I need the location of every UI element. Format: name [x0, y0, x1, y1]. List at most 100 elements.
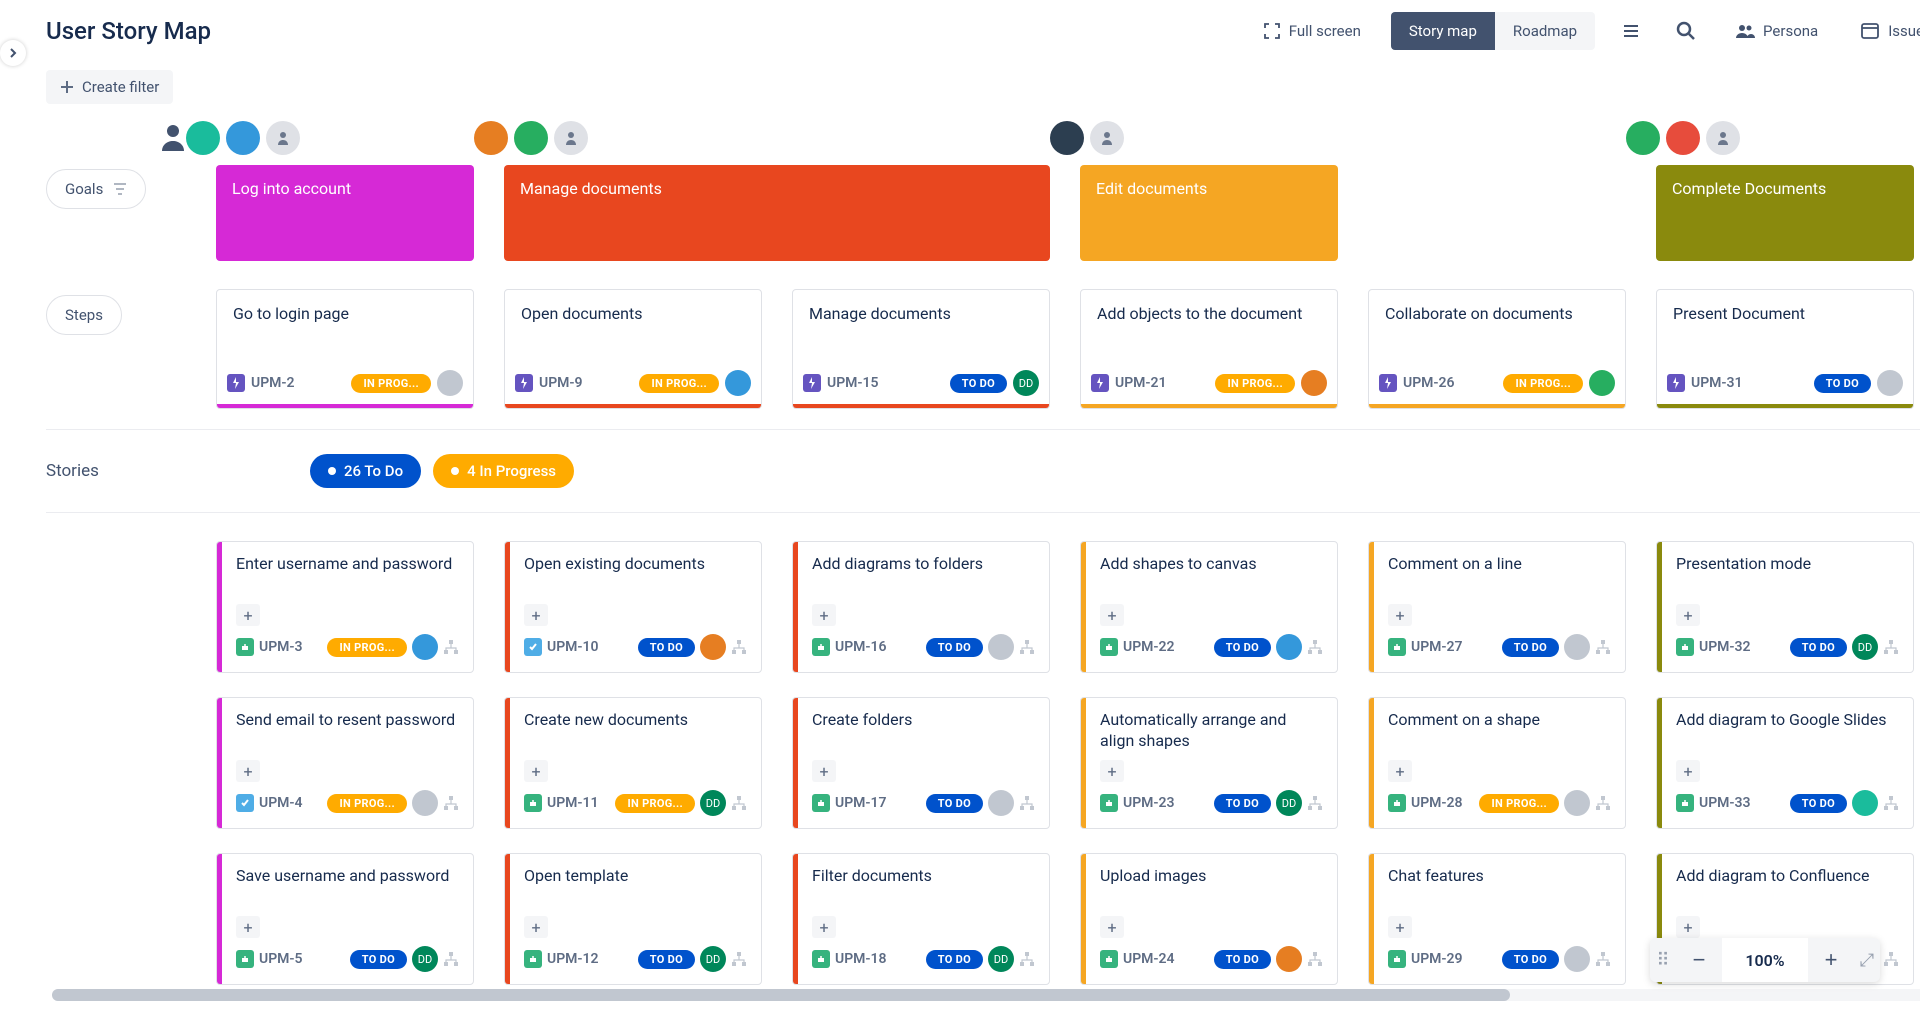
step-card[interactable]: Collaborate on documentsUPM-26IN PROG... [1368, 289, 1626, 409]
story-icon [1676, 794, 1694, 812]
story-title: Create new documents [524, 710, 747, 760]
issue-key: UPM-27 [1411, 639, 1463, 655]
status-badge: TO DO [1814, 374, 1871, 393]
persona-button[interactable]: Persona [1723, 14, 1830, 48]
story-column: Add shapes to canvas+UPM-22TO DO Automati… [1080, 541, 1338, 985]
status-badge: IN PROG... [1479, 794, 1559, 813]
issue-key: UPM-23 [1123, 795, 1175, 811]
hierarchy-icon [1883, 795, 1899, 811]
goal-card[interactable]: Edit documents [1080, 165, 1338, 261]
story-card[interactable]: Open template+UPM-12TO DODD [504, 853, 762, 985]
step-card[interactable]: Add objects to the documentUPM-21IN PROG… [1080, 289, 1338, 409]
story-card[interactable]: Chat features+UPM-29TO DO [1368, 853, 1626, 985]
story-card[interactable]: Send email to resent password+UPM-4IN PR… [216, 697, 474, 829]
add-tag-button[interactable]: + [1388, 604, 1412, 626]
add-tag-button[interactable]: + [812, 916, 836, 938]
add-tag-button[interactable]: + [236, 760, 260, 782]
row-spacing-button[interactable] [1613, 13, 1649, 49]
zoom-drag-handle[interactable]: ⠿ [1650, 938, 1676, 982]
step-card[interactable]: Open documentsUPM-9IN PROG... [504, 289, 762, 409]
story-card[interactable]: Create folders+UPM-17TO DO [792, 697, 1050, 829]
status-badge: IN PROG... [1503, 374, 1583, 393]
goal-card[interactable]: Complete Documents [1656, 165, 1914, 261]
add-tag-button[interactable]: + [1100, 916, 1124, 938]
issue-key: UPM-17 [835, 795, 887, 811]
story-card[interactable]: Upload images+UPM-24TO DO [1080, 853, 1338, 985]
add-tag-button[interactable]: + [1388, 916, 1412, 938]
step-card[interactable]: Go to login pageUPM-2IN PROG... [216, 289, 474, 409]
status-badge: TO DO [638, 638, 695, 657]
story-card[interactable]: Automatically arrange and align shapes+U… [1080, 697, 1338, 829]
add-persona-button[interactable] [554, 121, 588, 155]
issue-key: UPM-31 [1691, 375, 1743, 391]
persona-avatar[interactable] [1666, 121, 1700, 155]
story-icon [812, 950, 830, 968]
story-column: Comment on a line+UPM-27TO DOComment on … [1368, 541, 1626, 985]
add-tag-button[interactable]: + [1676, 760, 1700, 782]
zoom-in-button[interactable]: + [1808, 938, 1854, 982]
expand-sidebar-button[interactable] [0, 40, 26, 66]
add-tag-button[interactable]: + [236, 604, 260, 626]
goal-card[interactable]: Log into account [216, 165, 474, 261]
story-icon [524, 794, 542, 812]
add-tag-button[interactable]: + [524, 760, 548, 782]
add-tag-button[interactable]: + [1388, 760, 1412, 782]
story-card[interactable]: Add shapes to canvas+UPM-22TO DO [1080, 541, 1338, 673]
story-column: Enter username and password+UPM-3IN PROG… [216, 541, 474, 985]
story-card[interactable]: Comment on a line+UPM-27TO DO [1368, 541, 1626, 673]
search-button[interactable] [1667, 12, 1705, 50]
goal-card[interactable]: Manage documents [504, 165, 1050, 261]
add-tag-button[interactable]: + [812, 604, 836, 626]
persona-avatar[interactable] [514, 121, 548, 155]
add-tag-button[interactable]: + [1676, 604, 1700, 626]
goals-row-label[interactable]: Goals [46, 169, 146, 209]
view-story-map[interactable]: Story map [1391, 12, 1495, 50]
assignee-avatar [988, 634, 1014, 660]
hierarchy-icon [1019, 795, 1035, 811]
search-icon [1675, 20, 1697, 42]
story-card[interactable]: Create new documents+UPM-11IN PROG...DD [504, 697, 762, 829]
persona-avatar[interactable] [1626, 121, 1660, 155]
add-persona-button[interactable] [1090, 121, 1124, 155]
zoom-out-button[interactable]: − [1676, 938, 1722, 982]
step-title: Open documents [505, 290, 761, 362]
issue-button[interactable]: Issue [1848, 14, 1920, 48]
hierarchy-icon [1019, 639, 1035, 655]
add-persona-button[interactable] [266, 121, 300, 155]
story-icon [812, 638, 830, 656]
issue-key: UPM-2 [251, 375, 295, 391]
view-roadmap[interactable]: Roadmap [1495, 12, 1595, 50]
persona-avatar[interactable] [474, 121, 508, 155]
view-toggle: Story map Roadmap [1391, 12, 1595, 50]
story-card[interactable]: Presentation mode+UPM-32TO DODD [1656, 541, 1914, 673]
todo-count-pill[interactable]: 26 To Do [310, 454, 421, 488]
story-card[interactable]: Filter documents+UPM-18TO DODD [792, 853, 1050, 985]
story-card[interactable]: Add diagram to Google Slides+UPM-33TO DO [1656, 697, 1914, 829]
add-persona-button[interactable] [1706, 121, 1740, 155]
add-tag-button[interactable]: + [812, 760, 836, 782]
zoom-reset-handle[interactable]: ⤢ [1854, 938, 1880, 982]
story-card[interactable]: Open existing documents+UPM-10TO DO [504, 541, 762, 673]
issue-key: UPM-12 [547, 951, 599, 967]
story-card[interactable]: Comment on a shape+UPM-28IN PROG... [1368, 697, 1626, 829]
step-card[interactable]: Manage documentsUPM-15TO DODD [792, 289, 1050, 409]
steps-row-label[interactable]: Steps [46, 295, 122, 335]
create-filter-button[interactable]: Create filter [46, 70, 173, 104]
add-tag-button[interactable]: + [1676, 916, 1700, 938]
add-tag-button[interactable]: + [1100, 760, 1124, 782]
story-card[interactable]: Add diagrams to folders+UPM-16TO DO [792, 541, 1050, 673]
persona-avatar[interactable] [1050, 121, 1084, 155]
story-card[interactable]: Enter username and password+UPM-3IN PROG… [216, 541, 474, 673]
fullscreen-button[interactable]: Full screen [1251, 14, 1373, 48]
persona-avatar[interactable] [226, 121, 260, 155]
add-tag-button[interactable]: + [236, 916, 260, 938]
story-card[interactable]: Save username and password+UPM-5TO DODD [216, 853, 474, 985]
step-card[interactable]: Present DocumentUPM-31TO DO [1656, 289, 1914, 409]
add-tag-button[interactable]: + [524, 604, 548, 626]
inprogress-count-pill[interactable]: 4 In Progress [433, 454, 574, 488]
add-tag-button[interactable]: + [1100, 604, 1124, 626]
persona-avatar[interactable] [186, 121, 220, 155]
horizontal-scrollbar[interactable] [52, 989, 1920, 1001]
assignee-avatar: DD [1276, 790, 1302, 816]
add-tag-button[interactable]: + [524, 916, 548, 938]
